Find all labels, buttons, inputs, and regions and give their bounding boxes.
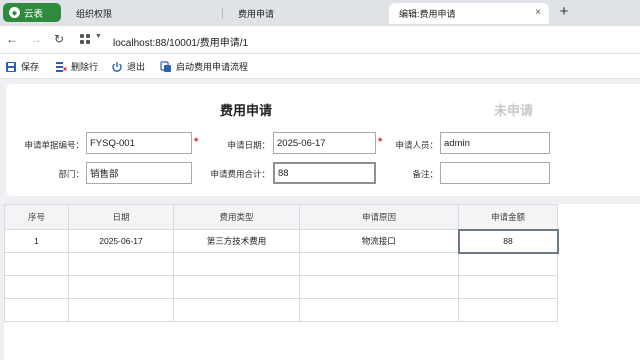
- tab-label: 编辑:费用申请: [399, 9, 456, 19]
- close-icon[interactable]: ×: [535, 7, 541, 18]
- total-field[interactable]: 88: [273, 162, 376, 184]
- reload-icon[interactable]: ↻: [51, 31, 67, 47]
- table-cell[interactable]: [173, 252, 300, 276]
- forward-arrow-icon[interactable]: →: [28, 31, 44, 47]
- new-tab-button[interactable]: +: [556, 3, 572, 21]
- back-arrow-icon[interactable]: ←: [4, 31, 20, 47]
- delete-row-button[interactable]: 删除行: [55, 59, 98, 74]
- url-text[interactable]: localhost:88/10001/费用申请/1: [113, 34, 248, 49]
- table-cell[interactable]: 第三方技术费用: [173, 229, 300, 253]
- table-cell[interactable]: [173, 275, 300, 299]
- table-cell[interactable]: [4, 252, 69, 276]
- applicant-label: 申请人员：: [395, 140, 438, 150]
- remark-field[interactable]: [440, 162, 550, 184]
- table-cell[interactable]: 2025-06-17: [68, 229, 174, 253]
- tab-label: 费用申请: [238, 9, 275, 19]
- delete-row-icon: [56, 61, 67, 72]
- tab-divider: [222, 8, 223, 19]
- tab-expense-application[interactable]: 费用申请: [228, 3, 378, 24]
- dept-field[interactable]: 销售部: [86, 162, 192, 184]
- tab-org-permissions[interactable]: 组织权限: [66, 3, 216, 24]
- table-cell-selected[interactable]: 88: [457, 228, 559, 254]
- table-cell[interactable]: [68, 275, 174, 299]
- col-header-date[interactable]: 日期: [68, 204, 174, 230]
- table-cell[interactable]: [173, 298, 300, 322]
- table-row[interactable]: [4, 252, 558, 276]
- form-toolbar: 保存 删除行 退出 启动费用申请流程: [0, 54, 640, 79]
- page-title: 费用申请: [220, 103, 273, 118]
- delete-row-label: 删除行: [71, 62, 99, 72]
- app-tab-label: 云表: [24, 8, 44, 20]
- table-cell[interactable]: [68, 298, 174, 322]
- start-workflow-button[interactable]: 启动费用申请流程: [160, 59, 248, 74]
- dept-label: 部门：: [58, 169, 84, 179]
- save-button[interactable]: 保存: [5, 59, 39, 74]
- col-header-amount[interactable]: 申请金额: [458, 204, 558, 230]
- table-cell[interactable]: [299, 275, 459, 299]
- col-header-expense-type[interactable]: 费用类型: [173, 204, 300, 230]
- table-cell[interactable]: [299, 298, 459, 322]
- table-row[interactable]: [4, 275, 558, 299]
- col-header-reason[interactable]: 申请原因: [299, 204, 459, 230]
- address-bar: ← → ↻ ▼ localhost:88/10001/费用申请/1: [0, 26, 640, 54]
- remark-label: 备注：: [412, 169, 438, 179]
- tab-edit-expense-application[interactable]: 编辑:费用申请 ×: [389, 3, 549, 24]
- table-cell[interactable]: [4, 298, 69, 322]
- yunbiao-logo-icon: ◆: [9, 7, 20, 18]
- col-header-index[interactable]: 序号: [4, 204, 69, 230]
- table-cell[interactable]: [458, 298, 558, 322]
- status-badge: 未申请: [494, 103, 534, 118]
- tab-label: 组织权限: [76, 9, 113, 19]
- table-cell[interactable]: 物流接口: [299, 229, 459, 253]
- save-label: 保存: [21, 62, 40, 72]
- table-row[interactable]: 1 2025-06-17 第三方技术费用 物流接口 88: [4, 228, 559, 254]
- table-header-row: 序号 日期 费用类型 申请原因 申请金额: [4, 204, 558, 230]
- applicant-field[interactable]: admin: [440, 132, 550, 154]
- doc-no-field[interactable]: FYSQ-001: [86, 132, 192, 154]
- power-icon: [112, 61, 122, 72]
- detail-table: 序号 日期 费用类型 申请原因 申请金额 1 2025-06-17 第三方技术费…: [4, 204, 559, 322]
- workflow-icon: [160, 60, 171, 72]
- app-tab[interactable]: ◆ 云表: [3, 3, 61, 22]
- chevron-down-icon[interactable]: ▼: [95, 33, 102, 40]
- doc-no-label: 申请单据编号：: [24, 140, 84, 150]
- table-cell[interactable]: [299, 252, 459, 276]
- required-marker: *: [194, 136, 199, 148]
- table-cell[interactable]: [458, 252, 558, 276]
- site-settings-icon[interactable]: [80, 34, 90, 44]
- exit-button[interactable]: 退出: [111, 59, 145, 74]
- table-row[interactable]: [4, 298, 558, 322]
- table-cell[interactable]: [68, 252, 174, 276]
- save-icon: [6, 61, 16, 72]
- total-label: 申请费用合计：: [210, 169, 270, 179]
- browser-tab-strip: ◆ 云表 组织权限 费用申请 编辑:费用申请 × +: [0, 0, 640, 26]
- date-label: 申请日期：: [227, 140, 270, 150]
- table-cell[interactable]: 1: [4, 229, 69, 253]
- exit-label: 退出: [127, 62, 146, 72]
- table-cell[interactable]: [458, 275, 558, 299]
- start-workflow-label: 启动费用申请流程: [176, 62, 249, 72]
- table-cell[interactable]: [4, 275, 69, 299]
- date-field[interactable]: 2025-06-17: [273, 132, 376, 154]
